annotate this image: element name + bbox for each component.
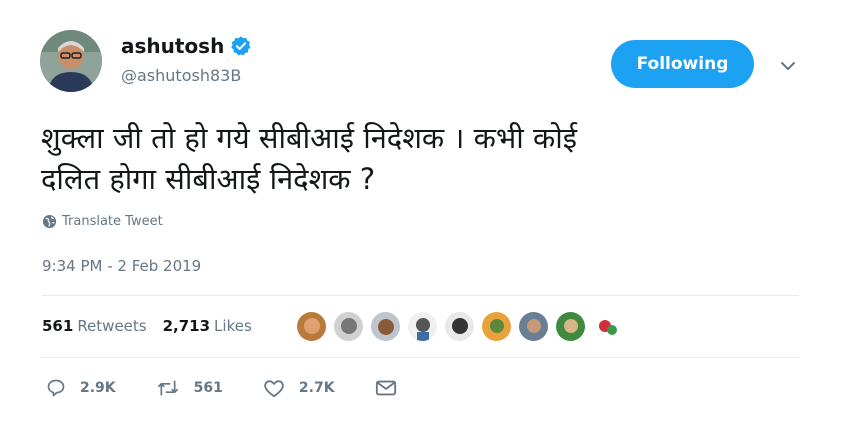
likes-count[interactable]: 2,713 <box>163 317 210 335</box>
retweet-count: 561 <box>193 380 223 396</box>
verified-badge-icon <box>230 35 252 57</box>
divider-bottom <box>42 357 799 358</box>
translate-label[interactable]: Translate Tweet <box>62 214 163 229</box>
liker-avatar[interactable] <box>333 311 364 342</box>
like-button[interactable]: 2.7K <box>263 378 335 398</box>
direct-message-button[interactable] <box>375 379 411 397</box>
tweet-stats: 561 Retweets 2,713 Likes <box>42 317 252 335</box>
liker-avatar[interactable] <box>592 311 623 342</box>
author-block[interactable]: ashutosh @ashutosh83B <box>121 34 252 85</box>
reply-count: 2.9K <box>80 380 116 396</box>
divider-top <box>42 295 799 296</box>
likers-avatars <box>296 311 629 342</box>
liker-avatar[interactable] <box>518 311 549 342</box>
tweet-text-line-1: शुक्ला जी तो हो गये सीबीआई निदेशक । कभी … <box>41 121 578 155</box>
reply-icon <box>47 379 65 397</box>
tweet-timestamp[interactable]: 9:34 PM - 2 Feb 2019 <box>42 257 201 275</box>
liker-avatar[interactable] <box>296 311 327 342</box>
tweet-text: शुक्ला जी तो हो गये सीबीआई निदेशक । कभी … <box>41 118 811 200</box>
chevron-down-icon[interactable] <box>778 58 798 74</box>
like-count: 2.7K <box>298 380 335 396</box>
author-avatar[interactable] <box>40 30 102 92</box>
author-handle[interactable]: @ashutosh83B <box>121 66 252 85</box>
retweets-label[interactable]: Retweets <box>77 317 146 335</box>
globe-icon <box>42 214 57 229</box>
liker-avatar[interactable] <box>444 311 475 342</box>
message-icon <box>375 380 396 396</box>
reply-button[interactable]: 2.9K <box>46 378 116 398</box>
liker-avatar[interactable] <box>370 311 401 342</box>
retweet-icon <box>157 380 178 396</box>
retweet-button[interactable]: 561 <box>156 378 223 398</box>
translate-tweet-link[interactable]: Translate Tweet <box>42 214 163 229</box>
tweet-actions: 2.9K 561 2.7K <box>46 378 451 398</box>
liker-avatar[interactable] <box>407 311 438 342</box>
like-icon <box>264 380 284 398</box>
likes-label[interactable]: Likes <box>214 317 252 335</box>
following-button[interactable]: Following <box>611 40 754 88</box>
retweets-count[interactable]: 561 <box>42 317 73 335</box>
liker-avatar[interactable] <box>481 311 512 342</box>
tweet-text-line-2: दलित होगा सीबीआई निदेशक ? <box>41 162 376 196</box>
liker-avatar[interactable] <box>555 311 586 342</box>
author-display-name[interactable]: ashutosh <box>121 34 224 58</box>
